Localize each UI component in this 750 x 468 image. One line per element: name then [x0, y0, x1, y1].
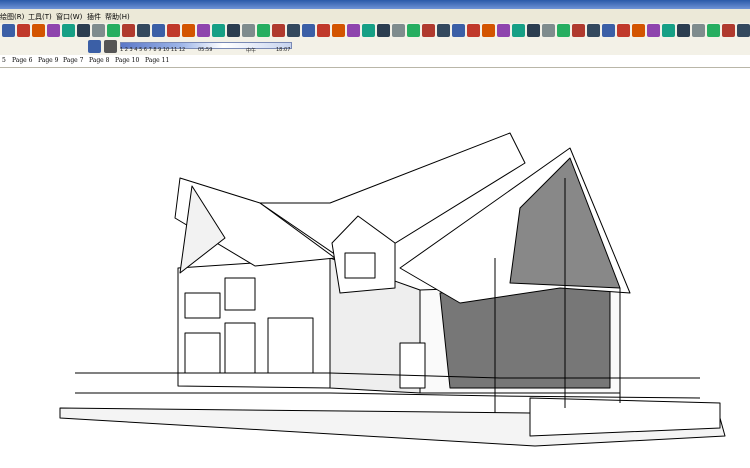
- plugin-icon[interactable]: [647, 24, 660, 37]
- scene-tabs: 5 Page 6 Page 9 Page 7 Page 8 Page 10 Pa…: [0, 55, 750, 68]
- window-center: [267, 317, 314, 374]
- section-icon[interactable]: [137, 24, 150, 37]
- zoom-icon[interactable]: [332, 24, 345, 37]
- tab-page-10[interactable]: Page 10: [115, 57, 139, 64]
- shadow-icon[interactable]: [632, 24, 645, 37]
- window-dormer: [344, 252, 376, 279]
- zoom-icon[interactable]: [107, 24, 120, 37]
- window-left-3: [184, 332, 221, 374]
- main-toolbar: [0, 23, 750, 40]
- tab-page-9[interactable]: Page 9: [38, 57, 58, 64]
- menu-plugins[interactable]: 插件: [87, 12, 101, 22]
- pan-icon[interactable]: [542, 24, 555, 37]
- select-icon[interactable]: [677, 24, 690, 37]
- menu-tools[interactable]: 工具(T): [28, 12, 52, 22]
- shadow-time-right: 18:07: [276, 47, 291, 53]
- section-icon[interactable]: [587, 24, 600, 37]
- move-icon[interactable]: [497, 24, 510, 37]
- rotate-icon[interactable]: [287, 24, 300, 37]
- railing-lower: [75, 392, 701, 399]
- shadow-toggle-icon[interactable]: [88, 40, 101, 53]
- zoom-extents-icon[interactable]: [122, 24, 135, 37]
- title-bar: [0, 0, 750, 9]
- shadow-time-left: 05:59: [198, 47, 213, 53]
- home-icon[interactable]: [437, 24, 450, 37]
- shadow-toolbar: 1 2 3 4 5 6 7 8 9 10 11 12 05:59 中午 18:0…: [0, 39, 750, 56]
- section-icon[interactable]: [362, 24, 375, 37]
- component-icon[interactable]: [152, 24, 165, 37]
- home-icon[interactable]: [212, 24, 225, 37]
- select-icon[interactable]: [227, 24, 240, 37]
- shadow-noon-label: 中午: [246, 48, 257, 54]
- move-icon[interactable]: [722, 24, 735, 37]
- paint-icon[interactable]: [257, 24, 270, 37]
- menu-draw[interactable]: 绘图(R): [0, 12, 24, 22]
- menu-bar: 绘图(R) 工具(T) 窗口(W) 插件 帮助(H): [0, 0, 750, 23]
- home-icon[interactable]: [662, 24, 675, 37]
- tab-5[interactable]: 5: [2, 57, 6, 64]
- tab-page-8[interactable]: Page 8: [89, 57, 109, 64]
- window-left-4: [224, 322, 256, 374]
- zoom-extents-icon[interactable]: [572, 24, 585, 37]
- component-icon[interactable]: [602, 24, 615, 37]
- model-viewport[interactable]: [0, 68, 750, 468]
- plugin-icon[interactable]: [422, 24, 435, 37]
- shadow-icon[interactable]: [182, 24, 195, 37]
- fog-icon[interactable]: [104, 40, 117, 53]
- zoom-icon[interactable]: [557, 24, 570, 37]
- style-icon[interactable]: [392, 24, 405, 37]
- window-left-2: [224, 277, 256, 311]
- tab-page-11[interactable]: Page 11: [145, 57, 169, 64]
- door-right: [399, 342, 426, 389]
- menu-help[interactable]: 帮助(H): [105, 12, 130, 22]
- orbit-icon[interactable]: [77, 24, 90, 37]
- eraser-icon[interactable]: [17, 24, 30, 37]
- rotate-icon[interactable]: [512, 24, 525, 37]
- eraser-icon[interactable]: [692, 24, 705, 37]
- orbit-icon[interactable]: [527, 24, 540, 37]
- plugin-icon[interactable]: [197, 24, 210, 37]
- rotate-icon[interactable]: [62, 24, 75, 37]
- style-icon[interactable]: [167, 24, 180, 37]
- move-icon[interactable]: [272, 24, 285, 37]
- select-icon[interactable]: [2, 24, 15, 37]
- tab-page-6[interactable]: Page 6: [12, 57, 32, 64]
- move-icon[interactable]: [47, 24, 60, 37]
- orbit-icon[interactable]: [302, 24, 315, 37]
- window-left-1: [184, 292, 221, 319]
- shadow-icon[interactable]: [407, 24, 420, 37]
- shadow-month-labels: 1 2 3 4 5 6 7 8 9 10 11 12: [120, 47, 186, 53]
- paint-icon[interactable]: [482, 24, 495, 37]
- pan-icon[interactable]: [317, 24, 330, 37]
- style-icon[interactable]: [617, 24, 630, 37]
- select-icon[interactable]: [452, 24, 465, 37]
- menu-window[interactable]: 窗口(W): [56, 12, 82, 22]
- pan-icon[interactable]: [92, 24, 105, 37]
- component-icon[interactable]: [377, 24, 390, 37]
- zoom-extents-icon[interactable]: [347, 24, 360, 37]
- paint-icon[interactable]: [707, 24, 720, 37]
- eraser-icon[interactable]: [467, 24, 480, 37]
- tab-page-7[interactable]: Page 7: [63, 57, 83, 64]
- rotate-icon[interactable]: [737, 24, 750, 37]
- eraser-icon[interactable]: [242, 24, 255, 37]
- paint-icon[interactable]: [32, 24, 45, 37]
